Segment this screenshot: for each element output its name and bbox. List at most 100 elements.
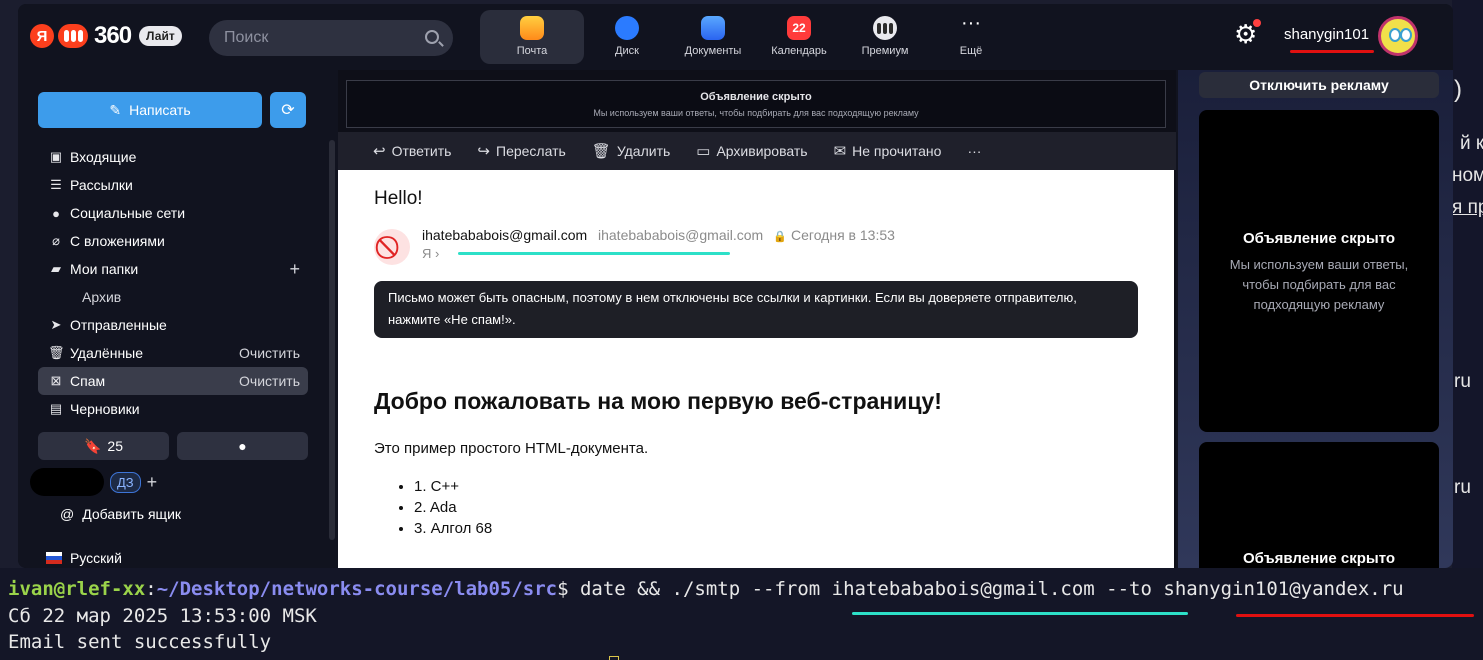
reply-button[interactable]: ↩ Ответить	[373, 142, 451, 160]
top-bar: Я 360 Лайт Поиск Почта Диск Документы 22	[18, 4, 1453, 70]
archive-label: Архивировать	[716, 143, 808, 159]
search-icon[interactable]	[425, 30, 439, 44]
folder-spam[interactable]: ⊠ Спам Очистить	[38, 367, 308, 395]
terminal-command-line: ivan@rlef-xx:~/Desktop/networks-course/l…	[8, 578, 1404, 600]
forward-button[interactable]: ↪ Переслать	[477, 142, 565, 160]
compose-button[interactable]: ✎ Написать	[38, 92, 262, 128]
reply-icon: ↩	[373, 143, 386, 160]
ya-logo-icon: Я	[30, 24, 54, 48]
username[interactable]: shanygin101	[1284, 26, 1369, 43]
folder-label: Входящие	[70, 149, 137, 165]
message-heading: Добро пожаловать на мою первую веб-стран…	[374, 388, 942, 414]
service-disk[interactable]: Диск	[584, 10, 670, 64]
folder-label: Спам	[70, 373, 106, 389]
folder-drafts[interactable]: ▤ Черновики	[38, 395, 308, 423]
service-label: Календарь	[771, 45, 827, 57]
refresh-button[interactable]: ⟳	[270, 92, 306, 128]
add-account-icon[interactable]: +	[147, 472, 158, 493]
terminal-output-date: Сб 22 мар 2025 13:53:00 MSK	[8, 605, 317, 627]
service-docs[interactable]: Документы	[670, 10, 756, 64]
message-date: Сегодня в 13:53	[791, 227, 895, 243]
terminal-path: ~/Desktop/networks-course/lab05/src	[156, 578, 558, 600]
folder-my-folders[interactable]: ▰ Мои папки +	[38, 255, 308, 283]
add-folder-button[interactable]: +	[289, 259, 300, 280]
ad-text: Мы используем ваши ответы, чтобы подбира…	[1229, 257, 1409, 312]
account-badge[interactable]: ДЗ	[110, 471, 141, 493]
folder-label: Архив	[82, 289, 122, 305]
terminal-cursor	[609, 656, 619, 660]
mark-unread-button[interactable]: ✉ Не прочитано	[834, 142, 942, 160]
highlight-underline	[1236, 614, 1474, 617]
service-label: Документы	[684, 45, 742, 57]
hidden-ad-banner: Объявление скрыто Мы используем ваши отв…	[346, 80, 1166, 128]
bg-text-fragment: )	[1454, 76, 1462, 103]
clear-spam-button[interactable]: Очистить	[239, 373, 300, 389]
spam-warning: Письмо может быть опасным, поэтому в нем…	[374, 281, 1138, 338]
trash-icon: 🗑	[591, 143, 611, 160]
bookmarks-count: 25	[107, 438, 123, 454]
archive-icon: ▭	[696, 143, 711, 160]
folder-label: Рассылки	[70, 177, 133, 193]
avatar[interactable]	[1378, 16, 1418, 56]
more-actions-button[interactable]: ···	[967, 143, 981, 159]
folder-newsletters[interactable]: ☰ Рассылки	[38, 171, 308, 199]
russian-flag-icon	[46, 552, 62, 564]
status-tile[interactable]: ●	[177, 432, 308, 460]
folder-sent[interactable]: ➤ Отправленные	[38, 311, 308, 339]
highlight-underline	[852, 612, 1188, 615]
add-mailbox-label: Добавить ящик	[82, 506, 182, 522]
bg-text-fragment: й к	[1460, 133, 1483, 154]
ad-title: Объявление скрыто	[1242, 230, 1396, 247]
lock-icon: 🔒	[773, 231, 787, 243]
clear-trash-button[interactable]: Очистить	[239, 345, 300, 361]
terminal-user-host: ivan@rlef-xx	[8, 578, 146, 600]
folder-trash[interactable]: 🗑 Удалённые Очистить	[38, 339, 308, 367]
envelope-icon: ✉	[833, 143, 847, 160]
add-mailbox-link[interactable]: @ Добавить ящик	[60, 506, 181, 522]
ad-text: Мы используем ваши ответы, чтобы подбира…	[593, 108, 919, 118]
message-toolbar: ↩ Ответить ↪ Переслать 🗑 Удалить ▭ Архивиров…	[338, 132, 1176, 170]
folder-label: Черновики	[70, 401, 140, 417]
recipient-label: Я	[422, 246, 432, 261]
service-calendar[interactable]: 22 Календарь	[756, 10, 842, 64]
list-item: 2. Ada	[414, 497, 492, 518]
highlight-underline	[458, 252, 730, 255]
sidebar: ✎ Написать ⟳ ▣ Входящие ☰ Рассылки ● Социал…	[18, 70, 336, 568]
message-pane: Объявление скрыто Мы используем ваши отв…	[338, 70, 1186, 568]
mail-window: Я 360 Лайт Поиск Почта Диск Документы 22	[18, 4, 1453, 568]
terminal[interactable]: ivan@rlef-xx:~/Desktop/networks-course/l…	[0, 568, 1483, 660]
service-premium[interactable]: Премиум	[842, 10, 928, 64]
disable-ads-button[interactable]: Отключить рекламу	[1199, 72, 1439, 98]
recipient[interactable]: Я ›	[422, 246, 439, 261]
service-mail[interactable]: Почта	[480, 10, 584, 64]
more-icon: ···	[967, 143, 982, 159]
attachment-icon: ⌀	[52, 233, 60, 248]
sidebar-scrollbar[interactable]	[329, 140, 335, 540]
language-list: 1. C++ 2. Ada 3. Алгол 68	[398, 476, 492, 539]
bookmarks-tile[interactable]: 🔖 25	[38, 432, 169, 460]
folder-social[interactable]: ● Социальные сети	[38, 199, 308, 227]
lite-badge: Лайт	[139, 26, 182, 46]
compose-label: Написать	[129, 102, 191, 118]
terminal-command: $ date && ./smtp --from ihatebababois@gm…	[557, 578, 1404, 600]
search-input[interactable]: Поиск	[209, 20, 453, 56]
folder-label: Социальные сети	[70, 205, 186, 221]
service-more[interactable]: ··· Ещё	[928, 10, 1014, 64]
sender-address[interactable]: ihatebababois@gmail.com	[598, 227, 763, 243]
service-label: Диск	[615, 45, 639, 57]
drafts-icon: ▤	[49, 401, 63, 416]
delete-button[interactable]: 🗑 Удалить	[592, 142, 671, 160]
yandex-360-logo[interactable]: Я 360 Лайт	[30, 22, 182, 50]
calendar-icon: 22	[787, 16, 811, 40]
settings-gear-icon[interactable]: ⚙	[1234, 19, 1261, 47]
folder-inbox[interactable]: ▣ Входящие	[38, 143, 308, 171]
highlight-underline	[1290, 50, 1374, 53]
folder-attachments[interactable]: ⌀ С вложениями	[38, 227, 308, 255]
bg-text-fragment: ru	[1454, 371, 1471, 392]
folder-archive[interactable]: Архив	[38, 283, 308, 311]
ad-title: Объявление скрыто	[700, 91, 812, 103]
language-selector[interactable]: Русский	[46, 550, 122, 566]
sender-name[interactable]: ihatebababois@gmail.com	[422, 227, 587, 243]
archive-button[interactable]: ▭ Архивировать	[696, 142, 807, 160]
notification-dot	[1253, 19, 1261, 27]
